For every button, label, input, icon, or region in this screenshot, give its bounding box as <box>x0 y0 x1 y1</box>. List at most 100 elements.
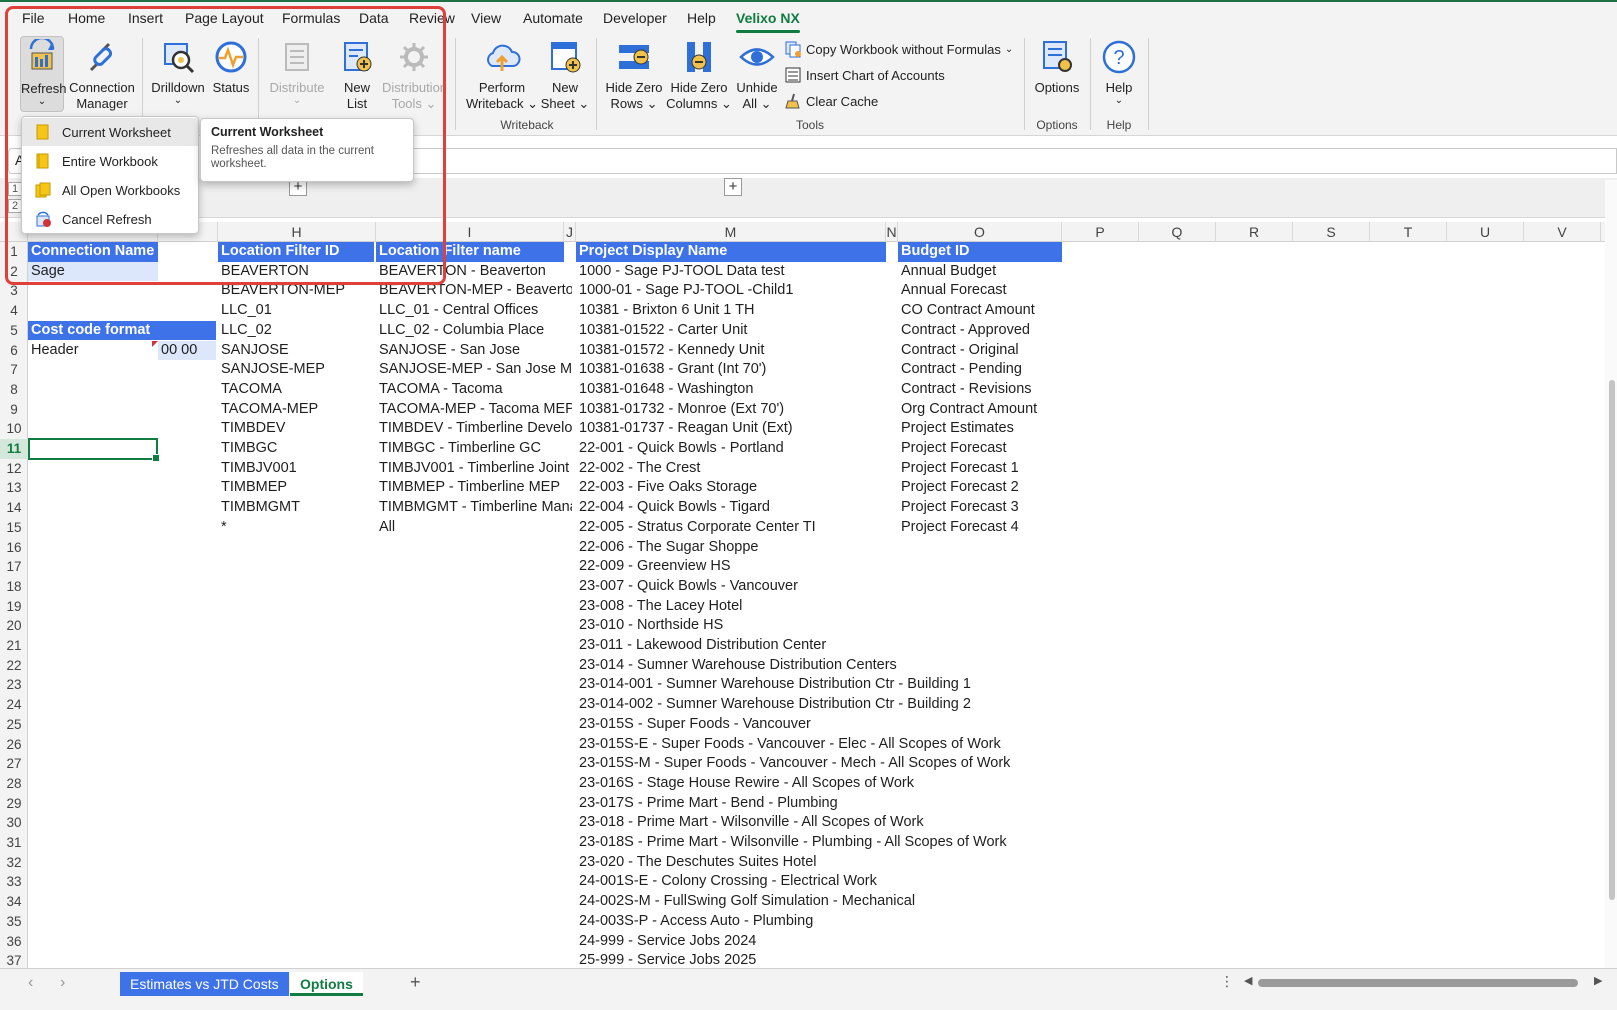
horizontal-scroll-thumb[interactable] <box>1258 979 1578 987</box>
row-header[interactable]: 16 <box>0 538 28 558</box>
budget-id-cell[interactable]: CO Contract Amount <box>898 301 1062 321</box>
budget-id-cell[interactable]: Project Forecast <box>898 439 1062 459</box>
location-id-cell[interactable]: TACOMA <box>218 380 374 400</box>
add-sheet-button[interactable]: + <box>410 972 421 993</box>
hide-zero-columns-button[interactable]: Hide Zero Columns ⌄ <box>666 38 732 112</box>
row-header[interactable]: 31 <box>0 833 28 853</box>
location-id-cell[interactable]: TIMBMEP <box>218 478 374 498</box>
column-header-m[interactable]: M <box>576 222 886 242</box>
row-header[interactable]: 26 <box>0 735 28 755</box>
location-name-cell[interactable]: TIMBJV001 - Timberline Joint V <box>376 459 572 479</box>
insert-chart-of-accounts-button[interactable]: Insert Chart of Accounts <box>784 66 945 84</box>
budget-id-cell[interactable]: Project Forecast 4 <box>898 518 1062 538</box>
cost-code-value-cell[interactable]: 00 00 <box>158 340 216 361</box>
row-header[interactable]: 5 <box>0 321 28 341</box>
vertical-scroll-thumb[interactable] <box>1609 380 1615 900</box>
column-header-j[interactable]: J <box>564 222 576 242</box>
tab-automate[interactable]: Automate <box>523 10 583 26</box>
row-header[interactable]: 34 <box>0 892 28 912</box>
project-name-cell[interactable]: 23-018S - Prime Mart - Wilsonville - Plu… <box>576 833 1136 853</box>
perform-writeback-button[interactable]: Perform Writeback ⌄ <box>462 38 542 112</box>
location-name-cell[interactable]: TIMBGC - Timberline GC <box>376 439 572 459</box>
row-header[interactable]: 19 <box>0 597 28 617</box>
column-header-r[interactable]: R <box>1216 222 1293 242</box>
column-header-t[interactable]: T <box>1370 222 1447 242</box>
formula-input[interactable] <box>400 148 1617 174</box>
selected-cell[interactable] <box>28 438 160 462</box>
project-name-cell[interactable]: 24-002S-M - FullSwing Golf Simulation - … <box>576 892 1136 912</box>
chevron-right-icon[interactable]: › <box>60 974 65 992</box>
row-header[interactable]: 29 <box>0 794 28 814</box>
project-name-cell[interactable]: 22-006 - The Sugar Shoppe <box>576 538 1136 558</box>
location-id-cell[interactable]: TIMBDEV <box>218 419 374 439</box>
row-header[interactable]: 21 <box>0 636 28 656</box>
budget-id-cell[interactable]: Contract - Pending <box>898 360 1062 380</box>
row-header[interactable]: 14 <box>0 498 28 518</box>
project-name-cell[interactable]: 23-011 - Lakewood Distribution Center <box>576 636 1136 656</box>
project-name-cell[interactable]: 23-017S - Prime Mart - Bend - Plumbing <box>576 794 1136 814</box>
tab-developer[interactable]: Developer <box>603 10 667 26</box>
project-name-cell[interactable]: 23-015S-E - Super Foods - Vancouver - El… <box>576 735 1136 755</box>
budget-id-cell[interactable]: Contract - Original <box>898 341 1062 361</box>
help-button[interactable]: ? Help ⌄ <box>1096 38 1142 106</box>
sheet-tab-estimates[interactable]: Estimates vs JTD Costs <box>120 972 289 996</box>
budget-id-cell[interactable]: Project Forecast 2 <box>898 478 1062 498</box>
project-name-cell[interactable]: 23-015S-M - Super Foods - Vancouver - Me… <box>576 754 1136 774</box>
row-header[interactable]: 36 <box>0 932 28 952</box>
project-name-cell[interactable]: 24-999 - Service Jobs 2024 <box>576 932 1136 952</box>
project-name-cell[interactable]: 23-020 - The Deschutes Suites Hotel <box>576 853 1136 873</box>
budget-id-cell[interactable]: Project Forecast 3 <box>898 498 1062 518</box>
budget-id-cell[interactable]: Project Estimates <box>898 419 1062 439</box>
header-cell-project-display-name[interactable]: Project Display Name <box>576 242 886 262</box>
location-name-cell[interactable]: TIMBMEP - Timberline MEP <box>376 478 572 498</box>
row-header[interactable]: 33 <box>0 872 28 892</box>
row-header[interactable]: 25 <box>0 715 28 735</box>
location-name-cell[interactable]: TACOMA - Tacoma <box>376 380 572 400</box>
row-header[interactable]: 15 <box>0 518 28 538</box>
row-header[interactable]: 22 <box>0 656 28 676</box>
row-header[interactable]: 28 <box>0 774 28 794</box>
location-id-cell[interactable]: SANJOSE-MEP <box>218 360 374 380</box>
location-id-cell[interactable]: SANJOSE <box>218 341 374 361</box>
tab-velixo-nx[interactable]: Velixo NX <box>736 10 800 33</box>
row-header[interactable]: 18 <box>0 577 28 597</box>
row-header[interactable]: 27 <box>0 754 28 774</box>
column-header-n[interactable]: N <box>886 222 898 242</box>
location-id-cell[interactable]: LLC_01 <box>218 301 374 321</box>
header-cell-cost-code-format[interactable]: Cost code format <box>28 320 216 341</box>
new-sheet-button[interactable]: New Sheet ⌄ <box>540 38 590 112</box>
budget-id-cell[interactable]: Contract - Approved <box>898 321 1062 341</box>
row-header[interactable]: 20 <box>0 616 28 636</box>
project-name-cell[interactable]: 23-014-001 - Sumner Warehouse Distributi… <box>576 675 1136 695</box>
location-name-cell[interactable]: SANJOSE - San Jose <box>376 341 572 361</box>
row-header[interactable]: 6 <box>0 341 28 361</box>
cost-code-label-cell[interactable]: Header <box>28 341 158 361</box>
worksheet-grid[interactable]: Connection Name Location Filter ID Locat… <box>28 242 1617 968</box>
project-name-cell[interactable]: 23-014 - Sumner Warehouse Distribution C… <box>576 656 1136 676</box>
row-header[interactable]: 24 <box>0 695 28 715</box>
outline-expand-button[interactable]: + <box>724 178 742 196</box>
row-header[interactable]: 30 <box>0 813 28 833</box>
location-id-cell[interactable]: LLC_02 <box>218 321 374 341</box>
budget-id-cell[interactable]: Org Contract Amount <box>898 400 1062 420</box>
row-header[interactable]: 17 <box>0 557 28 577</box>
project-name-cell[interactable]: 23-007 - Quick Bowls - Vancouver <box>576 577 1136 597</box>
column-header-o[interactable]: O <box>898 222 1062 242</box>
header-cell-budget-id[interactable]: Budget ID <box>898 242 1062 262</box>
tab-help[interactable]: Help <box>687 10 716 26</box>
budget-id-cell[interactable]: Annual Budget <box>898 262 1062 282</box>
location-name-cell[interactable]: LLC_02 - Columbia Place <box>376 321 572 341</box>
column-header-u[interactable]: U <box>1447 222 1524 242</box>
budget-id-cell[interactable]: Annual Forecast <box>898 281 1062 301</box>
location-name-cell[interactable]: All <box>376 518 572 538</box>
project-name-cell[interactable]: 23-016S - Stage House Rewire - All Scope… <box>576 774 1136 794</box>
unhide-all-button[interactable]: Unhide All ⌄ <box>734 38 780 112</box>
location-name-cell[interactable]: TIMBMGMT - Timberline Mana <box>376 498 572 518</box>
row-header[interactable]: 10 <box>0 419 28 439</box>
location-id-cell[interactable]: TACOMA-MEP <box>218 400 374 420</box>
budget-id-cell[interactable]: Contract - Revisions <box>898 380 1062 400</box>
hide-zero-rows-button[interactable]: Hide Zero Rows ⌄ <box>602 38 666 112</box>
row-header[interactable]: 12 <box>0 459 28 479</box>
project-name-cell[interactable]: 23-008 - The Lacey Hotel <box>576 597 1136 617</box>
vertical-scrollbar[interactable] <box>1605 180 1617 970</box>
